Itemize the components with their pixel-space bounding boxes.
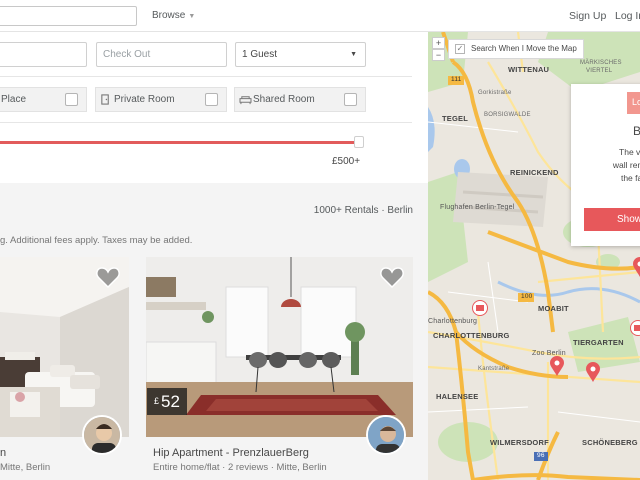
door-icon	[101, 94, 109, 105]
couch-icon	[239, 96, 252, 105]
map-landmark-icon[interactable]	[472, 300, 488, 316]
map-label-tiergarten: TIERGARTEN	[573, 338, 624, 347]
popup-title: B	[633, 124, 640, 138]
map-label-viertel: VIERTEL	[586, 68, 613, 74]
location-search-input[interactable]	[0, 6, 137, 26]
browse-label: Browse	[152, 10, 186, 21]
map-label-borsigwalde: BORSIGWALDE	[484, 112, 531, 118]
popup-line: stud	[571, 185, 640, 198]
room-type-checkbox[interactable]	[65, 93, 78, 106]
listing-title[interactable]: n	[0, 447, 6, 459]
map-pin-icon[interactable]	[550, 356, 564, 376]
room-type-label: Shared Room	[253, 94, 315, 105]
guests-value: 1 Guest	[242, 49, 278, 60]
signup-link[interactable]: Sign Up	[569, 10, 606, 22]
map-landmark-icon[interactable]	[630, 320, 640, 336]
road-shield-111: 111	[451, 76, 462, 83]
map-pin-icon[interactable]	[586, 362, 600, 382]
divider	[0, 122, 412, 123]
map-label-markisches: MÄRKISCHES	[580, 60, 622, 66]
dropdown-arrow-icon: ▼	[350, 51, 357, 58]
popup-line: the family-r	[620, 173, 640, 183]
listing-subtitle: Mitte, Berlin	[0, 462, 51, 473]
map-label-gorkistrasse: Gorkistraße	[478, 90, 512, 96]
host-avatar[interactable]	[366, 415, 406, 455]
popup-badge-text: Lo	[632, 97, 640, 107]
room-type-label: Place	[1, 94, 27, 105]
popup-line: The vestige	[619, 147, 640, 157]
filters-panel: Check Out 1 Guest ▼ Place Private Room S…	[0, 33, 428, 183]
price-currency: £	[154, 396, 160, 406]
map-label-charlottenburg: CHARLOTTENBURG	[433, 331, 510, 340]
price-amount: 52	[161, 392, 180, 411]
heart-icon[interactable]	[380, 266, 404, 288]
price-slider-handle[interactable]	[354, 136, 364, 148]
search-when-move-label: Search When I Move the Map	[471, 44, 577, 53]
room-type-label: Private Room	[114, 94, 175, 105]
price-slider-track[interactable]	[0, 141, 356, 144]
map-label-reinickendorf: REINICKEND	[510, 168, 559, 177]
map-label-airport: Flughafen Berlin-Tegel	[440, 204, 515, 211]
zoom-out-button[interactable]: −	[432, 49, 445, 61]
host-avatar[interactable]	[82, 415, 122, 455]
listing-subtitle: Entire home/flat · 2 reviews · Mitte, Be…	[153, 462, 327, 473]
popup-badge: Lo	[627, 92, 640, 114]
chevron-down-icon: ▼	[188, 13, 196, 20]
check-in-field[interactable]	[0, 42, 87, 67]
map-label-charlottenburg-palace: Charlottenburg	[428, 318, 478, 325]
guests-select[interactable]: 1 Guest ▼	[235, 42, 366, 67]
map-info-popup: Lo B The vestige wall remain a the famil…	[571, 84, 640, 246]
avatar-photo	[368, 417, 404, 453]
map-pin-icon[interactable]	[633, 257, 640, 277]
map-label-kantstrasse: Kantstraße	[478, 366, 510, 372]
avatar-photo	[84, 417, 120, 453]
map-label-moabit: MOABIT	[538, 304, 569, 313]
top-nav-bar: Browse▼ Sign Up Log In	[0, 0, 640, 32]
popup-show-button[interactable]: Show	[584, 208, 640, 231]
map-label-tegel: TEGEL	[442, 114, 469, 123]
map-panel[interactable]: 111 100 96 WITTENAU MÄRKISCHES VIERTEL G…	[428, 32, 640, 480]
results-count: 1000+ Rentals · Berlin	[313, 205, 413, 216]
checkmark-icon[interactable]: ✓	[455, 44, 465, 54]
room-type-checkbox[interactable]	[205, 93, 218, 106]
room-type-checkbox[interactable]	[344, 93, 357, 106]
map-label-schoneberg: SCHÖNEBERG	[582, 438, 638, 447]
login-link[interactable]: Log In	[615, 10, 640, 22]
map-label-wittenau: WITTENAU	[508, 65, 550, 74]
room-type-private-room[interactable]: Private Room	[95, 87, 227, 112]
map-label-wilmersdorf: WILMERSDORF	[490, 438, 549, 447]
listing-title[interactable]: Hip Apartment - PrenzlauerBerg	[153, 447, 309, 459]
divider	[0, 76, 412, 77]
price-max-label: £500+	[332, 156, 361, 167]
listing-photo[interactable]: £52	[146, 257, 413, 437]
zoom-in-button[interactable]: +	[432, 37, 445, 49]
search-when-move-toggle[interactable]: ✓ Search When I Move the Map	[448, 39, 584, 59]
browse-menu[interactable]: Browse ▼	[152, 10, 195, 21]
room-type-shared-room[interactable]: Shared Room	[234, 87, 366, 112]
popup-line: wall remain a	[612, 160, 640, 170]
road-shield-96: 96	[537, 452, 545, 459]
room-type-entire-place[interactable]: Place	[0, 87, 87, 112]
popup-description: The vestige wall remain a the family-r s…	[571, 146, 640, 198]
road-shield-100: 100	[521, 293, 533, 300]
results-panel: 1000+ Rentals · Berlin g. Additional fee…	[0, 183, 428, 480]
fees-notice: g. Additional fees apply. Taxes may be a…	[0, 235, 193, 246]
map-label-halensee: HALENSEE	[436, 392, 479, 401]
check-out-field[interactable]: Check Out	[96, 42, 227, 67]
heart-icon[interactable]	[96, 266, 120, 288]
price-tag: £52	[147, 388, 187, 415]
